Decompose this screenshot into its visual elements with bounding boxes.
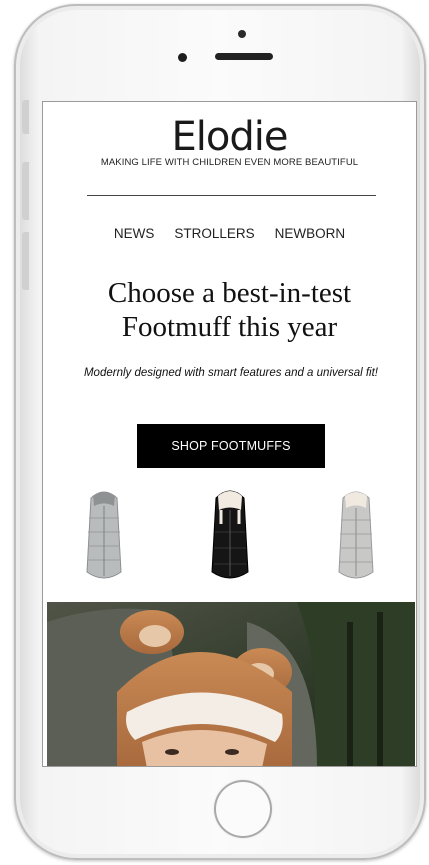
speaker-grill (215, 53, 273, 60)
product-image-black-footmuff[interactable] (207, 484, 253, 586)
nav-item-newborn[interactable]: NEWBORN (275, 226, 346, 241)
nav-bar: NEWS STROLLERS NEWBORN (43, 226, 416, 241)
hero-subheading: Modernly designed with smart features an… (83, 367, 379, 379)
volume-down-button (22, 232, 29, 290)
nav-item-strollers[interactable]: STROLLERS (174, 226, 254, 241)
hero-headline: Choose a best-in-test Footmuff this year (43, 276, 416, 344)
brand-logo[interactable]: Elodie (43, 112, 416, 162)
product-image-silver-footmuff[interactable] (333, 484, 379, 586)
sensor-icon (178, 53, 187, 62)
product-row (43, 482, 416, 592)
nav-item-news[interactable]: NEWS (114, 226, 155, 241)
mute-switch (22, 100, 29, 134)
baby-photo (47, 602, 415, 766)
volume-up-button (22, 162, 29, 220)
brand-tagline: MAKING LIFE WITH CHILDREN EVEN MORE BEAU… (100, 157, 359, 168)
divider (87, 195, 376, 196)
product-image-grey-footmuff[interactable] (81, 484, 127, 586)
hero-headline-line1: Choose a best-in-test (107, 277, 352, 309)
shop-footmuffs-button[interactable]: SHOP FOOTMUFFS (137, 424, 325, 468)
home-button[interactable] (214, 780, 272, 838)
email-screen: Elodie MAKING LIFE WITH CHILDREN EVEN MO… (42, 101, 417, 767)
hero-headline-line2: Footmuff this year (121, 311, 338, 343)
front-camera-icon (238, 30, 246, 38)
